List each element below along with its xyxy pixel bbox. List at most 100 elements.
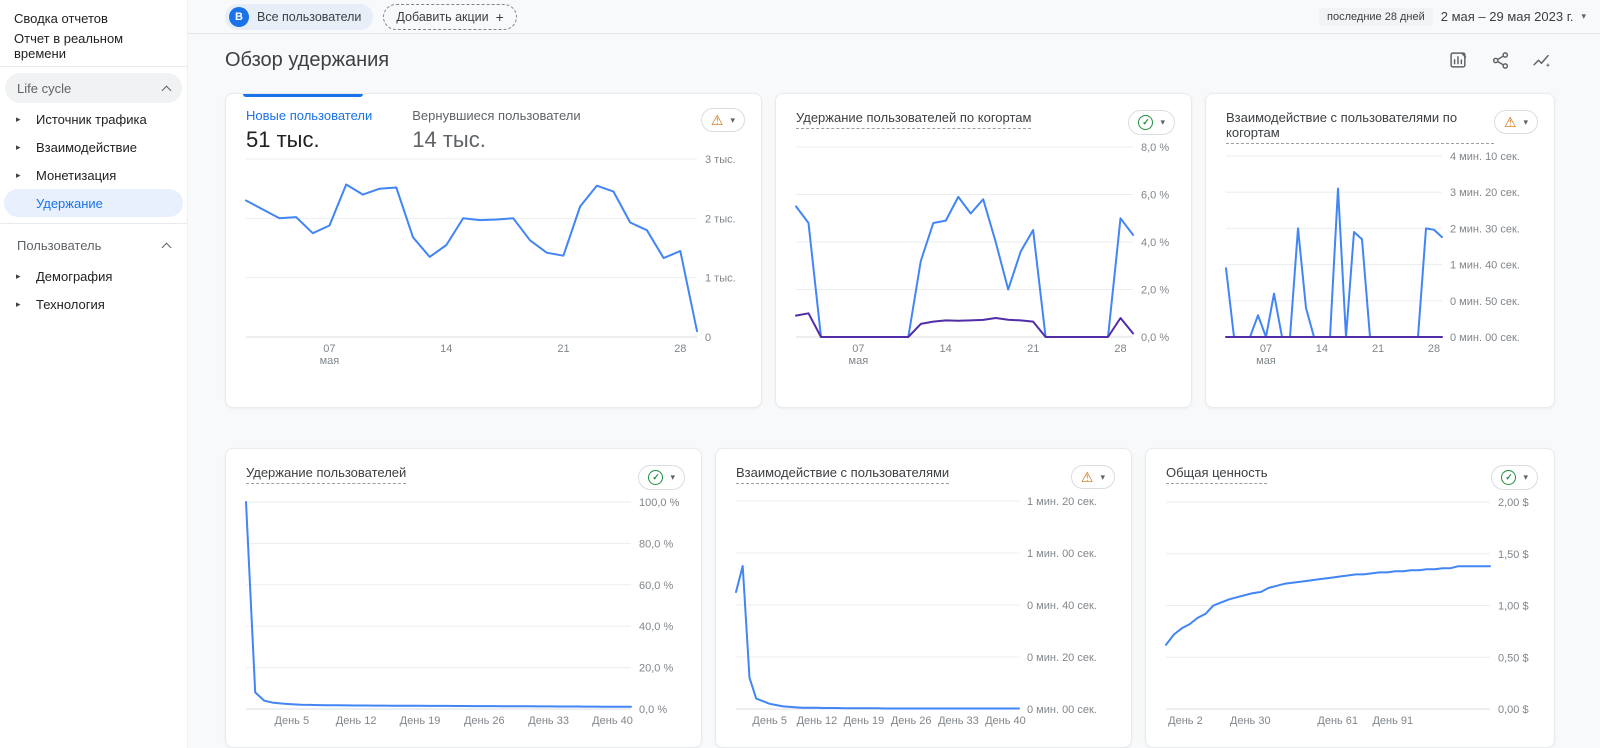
svg-text:День 33: День 33 xyxy=(938,715,979,727)
data-quality-dropdown[interactable]: ✓ ▾ xyxy=(638,465,685,490)
svg-text:День 2: День 2 xyxy=(1168,715,1203,727)
svg-text:28: 28 xyxy=(1428,343,1440,355)
svg-text:День 33: День 33 xyxy=(528,715,569,727)
svg-text:2,0 %: 2,0 % xyxy=(1141,285,1169,297)
cards-row-2: Удержание пользователей ✓ ▾ 100,0 % 80,0 … xyxy=(188,448,1600,748)
check-circle-icon: ✓ xyxy=(1138,115,1154,130)
tab-returning-users[interactable]: Вернувшиеся пользователи 14 тыс. xyxy=(412,108,580,153)
svg-text:1,50 $: 1,50 $ xyxy=(1498,549,1529,561)
svg-text:0 мин. 20 сек.: 0 мин. 20 сек. xyxy=(1027,652,1097,664)
sidebar-item-engagement[interactable]: ▸ Взаимодействие xyxy=(4,133,183,161)
svg-text:День 19: День 19 xyxy=(400,715,441,727)
sidebar-item-label: Сводка отчетов xyxy=(14,10,108,26)
svg-text:мая: мая xyxy=(849,355,869,367)
section-label: Life cycle xyxy=(17,80,72,96)
sidebar-divider xyxy=(0,66,187,67)
svg-text:0: 0 xyxy=(705,332,711,344)
insights-button[interactable] xyxy=(1529,47,1555,73)
share-icon xyxy=(1492,51,1508,69)
card-user-engagement: Взаимодействие с пользователями ⚠ ▾ 1 ми… xyxy=(715,448,1132,748)
sidebar-section-user[interactable]: Пользователь xyxy=(5,230,182,260)
svg-text:14: 14 xyxy=(1316,343,1328,355)
svg-text:1 тыс.: 1 тыс. xyxy=(705,273,736,285)
svg-text:07: 07 xyxy=(323,343,335,355)
tab-new-users[interactable]: Новые пользователи 51 тыс. xyxy=(246,108,372,153)
svg-text:мая: мая xyxy=(1256,355,1276,367)
svg-text:4,0 %: 4,0 % xyxy=(1141,237,1169,249)
svg-text:День 40: День 40 xyxy=(985,715,1026,727)
sidebar-item-label: Технология xyxy=(36,296,105,312)
svg-text:День 26: День 26 xyxy=(464,715,505,727)
audience-chip[interactable]: B Все пользователи xyxy=(225,3,374,30)
warning-icon: ⚠ xyxy=(710,112,724,128)
cohort-engagement-chart[interactable]: 4 мин. 10 сек. 3 мин. 20 сек. 2 мин. 30 се… xyxy=(1224,150,1540,374)
page-title: Обзор удержания xyxy=(225,48,390,71)
card-title: Взаимодействие с пользователями xyxy=(736,465,950,484)
svg-text:6,0 %: 6,0 % xyxy=(1141,190,1169,202)
svg-text:мая: мая xyxy=(320,355,340,367)
svg-text:80,0 %: 80,0 % xyxy=(639,538,673,550)
customize-report-button[interactable] xyxy=(1445,47,1471,73)
svg-text:1 мин. 40 сек.: 1 мин. 40 сек. xyxy=(1450,260,1520,272)
svg-text:0,0 %: 0,0 % xyxy=(639,704,667,716)
metric-value: 14 тыс. xyxy=(412,127,486,152)
expand-arrow-icon: ▸ xyxy=(16,169,21,180)
card-title: Удержание пользователей xyxy=(246,465,407,484)
data-quality-dropdown[interactable]: ⚠ ▾ xyxy=(700,108,745,132)
user-engagement-chart[interactable]: 1 мин. 20 сек. 1 мин. 00 сек. 0 мин. 40 се… xyxy=(734,495,1117,736)
data-quality-dropdown[interactable]: ⚠ ▾ xyxy=(1493,110,1538,134)
share-button[interactable] xyxy=(1487,47,1513,73)
sidebar-item-realtime[interactable]: Отчет в реальном времени xyxy=(0,31,187,61)
data-quality-dropdown[interactable]: ⚠ ▾ xyxy=(1070,465,1115,489)
card-title: Взаимодействие с пользователями по когор… xyxy=(1226,110,1494,144)
card-users-over-time: Новые пользователи 51 тыс. Вернувшиеся п… xyxy=(225,93,762,408)
data-quality-dropdown[interactable]: ✓ ▾ xyxy=(1128,110,1175,135)
warning-icon: ⚠ xyxy=(1503,114,1517,130)
svg-text:20,0 %: 20,0 % xyxy=(639,663,673,675)
add-comparison-label: Добавить акции xyxy=(396,9,489,24)
metric-value: 51 тыс. xyxy=(246,127,320,152)
card-cohort-engagement: Взаимодействие с пользователями по когор… xyxy=(1205,93,1555,408)
page-header: Обзор удержания xyxy=(188,34,1600,73)
svg-text:0 мин. 50 сек.: 0 мин. 50 сек. xyxy=(1450,296,1520,308)
svg-text:2,00 $: 2,00 $ xyxy=(1498,497,1529,509)
sidebar-item-label: Удержание xyxy=(36,195,103,211)
svg-text:0,00 $: 0,00 $ xyxy=(1498,704,1529,716)
sidebar-item-acquisition[interactable]: ▸ Источник трафика xyxy=(4,105,183,133)
svg-text:28: 28 xyxy=(674,343,686,355)
lifetime-value-chart[interactable]: 2,00 $ 1,50 $ 1,00 $ 0,50 $ 0,00 $ День 2 День… xyxy=(1164,496,1540,736)
warning-icon: ⚠ xyxy=(1080,469,1094,485)
expand-arrow-icon: ▸ xyxy=(16,270,21,281)
svg-text:0 мин. 00 сек.: 0 мин. 00 сек. xyxy=(1450,332,1520,344)
expand-arrow-icon: ▸ xyxy=(16,113,21,124)
sidebar-item-label: Отчет в реальном времени xyxy=(14,31,124,61)
cohort-retention-chart[interactable]: 8,0 % 6,0 % 4,0 % 2,0 % 0,0 % 07 мая 14 21 28 xyxy=(794,141,1177,374)
svg-text:60,0 %: 60,0 % xyxy=(639,580,673,592)
add-comparison-button[interactable]: Добавить акции + xyxy=(383,3,517,30)
svg-text:8,0 %: 8,0 % xyxy=(1141,142,1169,154)
sidebar-item-monetization[interactable]: ▸ Монетизация xyxy=(4,161,183,189)
sidebar-item-tech[interactable]: ▸ Технология xyxy=(4,290,183,318)
svg-text:100,0 %: 100,0 % xyxy=(639,497,680,509)
date-range-selector[interactable]: 2 мая – 29 мая 2023 г. xyxy=(1441,9,1574,24)
svg-text:2 тыс.: 2 тыс. xyxy=(705,213,736,225)
data-quality-dropdown[interactable]: ✓ ▾ xyxy=(1491,465,1538,490)
sidebar-item-reports-snapshot[interactable]: Сводка отчетов xyxy=(0,4,187,32)
svg-text:21: 21 xyxy=(1372,343,1384,355)
svg-text:День 5: День 5 xyxy=(275,715,310,727)
svg-text:День 12: День 12 xyxy=(797,715,838,727)
chevron-down-icon: ▾ xyxy=(730,114,735,125)
section-label: Пользователь xyxy=(17,237,102,253)
chevron-down-icon: ▾ xyxy=(670,472,675,482)
user-retention-chart[interactable]: 100,0 % 80,0 % 60,0 % 40,0 % 20,0 % 0,0 % День… xyxy=(244,496,687,736)
svg-text:3 тыс.: 3 тыс. xyxy=(705,154,736,166)
card-lifetime-value: Общая ценность ✓ ▾ 2,00 $ 1,50 $ 1,00 $ 0,5… xyxy=(1145,448,1555,748)
sidebar-item-label: Взаимодействие xyxy=(36,139,137,155)
sidebar-item-demographics[interactable]: ▸ Демография xyxy=(4,262,183,290)
expand-arrow-icon: ▸ xyxy=(16,141,21,152)
sidebar-section-lifecycle[interactable]: Life cycle xyxy=(5,73,182,103)
users-over-time-chart[interactable]: 3 тыс. 2 тыс. 1 тыс. 0 07 мая 14 21 28 xyxy=(244,153,747,374)
svg-text:2 мин. 30 сек.: 2 мин. 30 сек. xyxy=(1450,223,1520,235)
svg-text:28: 28 xyxy=(1114,343,1126,355)
sidebar-item-retention[interactable]: Удержание xyxy=(4,189,183,217)
